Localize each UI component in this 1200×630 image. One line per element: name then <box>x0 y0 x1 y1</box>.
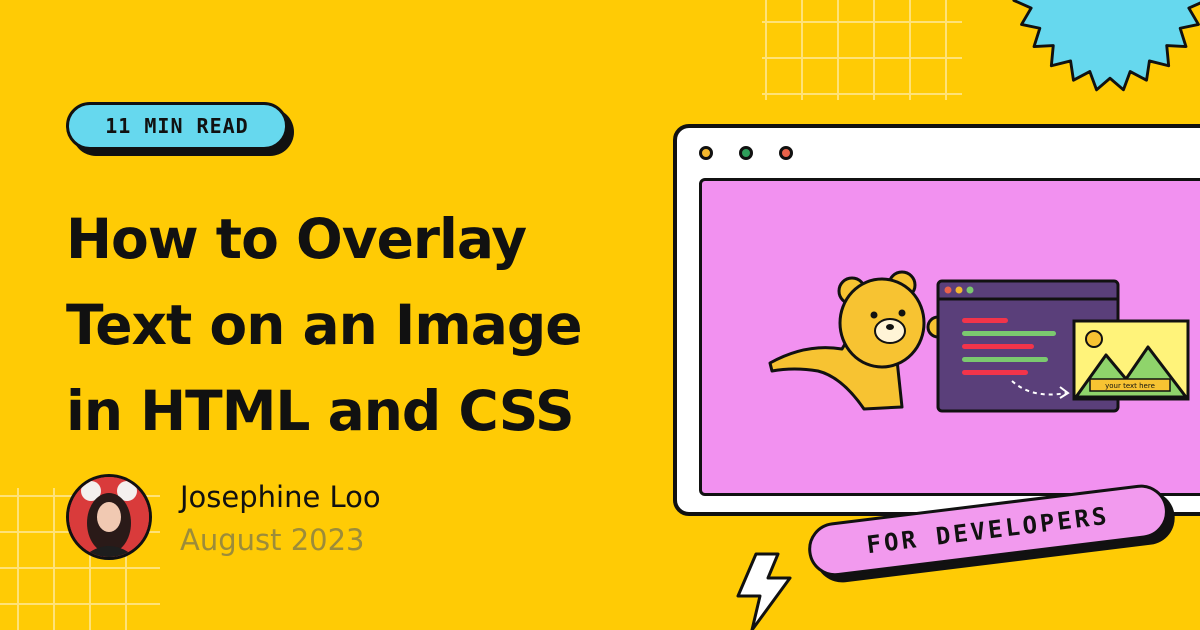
author-name: Josephine Loo <box>180 480 381 514</box>
sunburst-decoration <box>1012 0 1200 92</box>
title-line-2: Text on an Image <box>66 293 582 357</box>
bear-coding-illustration: your text here <box>768 270 1190 413</box>
window-dot-red <box>779 146 793 160</box>
avatar <box>66 474 152 560</box>
window-dot-green <box>739 146 753 160</box>
browser-window-illustration: your text here <box>673 124 1200 516</box>
grid-decoration-top <box>762 0 962 100</box>
title-line-1: How to Overlay <box>66 207 527 271</box>
publish-date: August 2023 <box>180 523 365 557</box>
browser-screen: your text here <box>699 178 1200 496</box>
image-card-icon: your text here <box>1072 319 1190 401</box>
avatar-portrait <box>69 477 149 557</box>
read-time-label: 11 MIN READ <box>105 114 249 138</box>
overlay-text-label: your text here <box>1105 382 1155 390</box>
window-dot-yellow <box>699 146 713 160</box>
article-title: How to Overlay Text on an Image in HTML … <box>66 196 582 454</box>
title-line-3: in HTML and CSS <box>66 379 575 443</box>
banner: 11 MIN READ How to Overlay Text on an Im… <box>0 0 1200 630</box>
bear-icon <box>837 270 926 369</box>
lightning-icon <box>736 552 792 630</box>
read-time-badge: 11 MIN READ <box>66 102 288 150</box>
